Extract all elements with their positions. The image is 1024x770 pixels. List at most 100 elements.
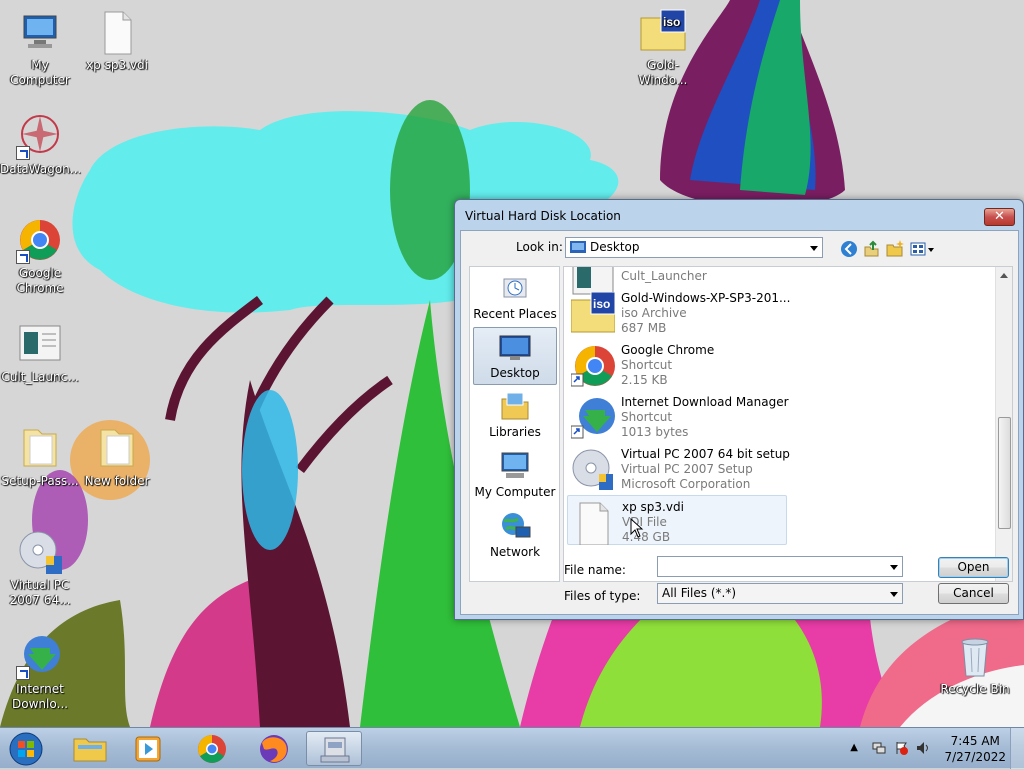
file-type: iso Archive	[621, 306, 687, 320]
taskbar-media-player[interactable]	[120, 731, 176, 766]
desktop-icon-setup-pass[interactable]: Setup-Pass...	[0, 424, 80, 489]
place-label: Recent Places	[473, 307, 557, 321]
taskbar-chrome[interactable]	[184, 731, 240, 766]
datawagon-icon	[16, 112, 64, 160]
new-folder-icon	[886, 240, 904, 257]
volume-icon[interactable]	[916, 741, 930, 755]
file-type: VDI File	[622, 515, 667, 529]
file-item-google-chrome[interactable]: Google Chrome Shortcut 2.15 KB	[567, 339, 787, 389]
iso-archive-icon: iso	[570, 291, 616, 336]
desktop-icon-cult-launcher[interactable]: Cult_Launc...	[0, 320, 80, 385]
mouse-cursor-icon	[630, 518, 644, 538]
file-company: Microsoft Corporation	[621, 477, 751, 491]
look-in-label: Look in:	[516, 240, 563, 254]
place-libraries[interactable]: Libraries	[473, 387, 557, 445]
desktop-icon-label: Google Chrome	[16, 266, 64, 295]
recycle-bin-icon	[951, 632, 999, 680]
vertical-scrollbar[interactable]	[995, 267, 1012, 581]
show-desktop-button[interactable]	[1010, 728, 1024, 769]
look-in-dropdown[interactable]: Desktop	[565, 237, 823, 258]
start-button[interactable]	[4, 731, 48, 766]
clock-time: 7:45 AM	[950, 734, 1000, 748]
places-bar: Recent Places Desktop Libraries My Compu…	[469, 266, 560, 582]
file-icon	[572, 501, 616, 546]
file-item-internet-download-manager[interactable]: Internet Download Manager Shortcut 1013 …	[567, 391, 789, 441]
file-type: Shortcut	[621, 410, 673, 424]
desktop-icon-gold-windows[interactable]: iso Gold-Windo...	[623, 8, 703, 88]
chevron-down-icon[interactable]	[810, 246, 818, 251]
computer-icon	[498, 451, 532, 481]
cancel-button[interactable]: Cancel	[938, 583, 1009, 604]
scroll-thumb[interactable]	[998, 417, 1011, 529]
launcher-icon	[16, 320, 64, 368]
idm-icon	[570, 396, 615, 440]
close-button[interactable]: ✕	[984, 208, 1015, 226]
desktop-icon-label: Setup-Pass...	[1, 474, 79, 488]
up-one-level-button[interactable]	[861, 239, 881, 259]
look-in-value: Desktop	[590, 240, 640, 254]
firefox-icon	[260, 735, 288, 763]
chevron-down-icon[interactable]	[890, 565, 898, 570]
desktop-icon-label: Internet Downlo...	[12, 682, 68, 711]
place-label: Network	[489, 545, 541, 559]
file-item-virtual-pc-setup[interactable]: Virtual PC 2007 64 bit setup Virtual PC …	[567, 443, 790, 493]
file-list[interactable]: Cult_Launcher iso Gold-Windows-XP-SP3-20…	[563, 266, 1013, 582]
desktop-icon-datawagon[interactable]: DataWagon...	[0, 112, 82, 177]
file-item-xp-sp3-vdi[interactable]: xp sp3.vdi VDI File 4.48 GB	[567, 495, 787, 546]
view-menu-button[interactable]	[909, 239, 937, 259]
taskbar-firefox[interactable]	[246, 731, 302, 766]
folder-icon	[16, 424, 64, 472]
place-recent-places[interactable]: Recent Places	[473, 269, 557, 327]
setup-disc-icon	[571, 448, 615, 492]
desktop: My Computer xp sp3.vdi iso Gold-Windo...…	[0, 0, 1024, 727]
taskbar: ▲ 7:45 AM 7/27/2022	[0, 727, 1024, 769]
file-name: Virtual PC 2007 64 bit setup	[621, 447, 790, 461]
open-button[interactable]: Open	[938, 557, 1009, 578]
place-my-computer[interactable]: My Computer	[473, 447, 557, 505]
desktop-icon-recycle-bin[interactable]: Recycle Bin	[935, 632, 1015, 697]
network-tray-icon[interactable]	[872, 741, 886, 755]
scroll-up-icon[interactable]	[1000, 273, 1008, 278]
taskbar-explorer[interactable]	[62, 731, 118, 766]
dialog-client-area: Look in: Desktop Recent Places Desktop L…	[460, 230, 1019, 615]
show-hidden-icons-chevron-icon[interactable]: ▲	[850, 742, 858, 753]
desktop-icon-label: Virtual PC 2007 64...	[9, 578, 71, 607]
file-type: Shortcut	[621, 358, 673, 372]
file-name: Gold-Windows-XP-SP3-201...	[621, 291, 791, 305]
desktop-icon-xp-sp3-vdi[interactable]: xp sp3.vdi	[77, 8, 157, 73]
file-name-input[interactable]	[657, 556, 903, 577]
taskbar-virtualbox[interactable]	[306, 731, 362, 766]
chevron-down-icon[interactable]	[890, 592, 898, 597]
recent-places-icon	[498, 273, 532, 303]
back-arrow-icon	[841, 241, 857, 257]
place-network[interactable]: Network	[473, 507, 557, 565]
file-icon	[93, 8, 141, 56]
desktop-icon-label: DataWagon...	[0, 162, 82, 176]
action-center-flag-icon[interactable]	[894, 741, 908, 755]
place-label: My Computer	[474, 485, 556, 499]
desktop-icon-new-folder[interactable]: New folder	[77, 424, 157, 489]
back-button[interactable]	[839, 239, 859, 259]
svg-text:iso: iso	[593, 297, 610, 311]
desktop-icon-google-chrome[interactable]: Google Chrome	[0, 216, 80, 296]
desktop-icon-my-computer[interactable]: My Computer	[0, 8, 80, 88]
place-label: Desktop	[490, 366, 540, 380]
virtual-hard-disk-location-dialog: Virtual Hard Disk Location ✕ Look in: De…	[454, 199, 1024, 620]
system-clock[interactable]: 7:45 AM 7/27/2022	[944, 733, 1006, 765]
dialog-title: Virtual Hard Disk Location	[465, 209, 621, 223]
chrome-icon	[198, 735, 226, 763]
files-of-type-dropdown[interactable]: All Files (*.*)	[657, 583, 903, 604]
file-item-gold-windows[interactable]: iso Gold-Windows-XP-SP3-201... iso Archi…	[567, 287, 791, 337]
chrome-icon	[16, 216, 64, 264]
shortcut-arrow-icon	[16, 250, 30, 264]
desktop-icon-label: xp sp3.vdi	[86, 58, 148, 72]
explorer-folder-icon	[73, 738, 107, 762]
place-desktop[interactable]: Desktop	[473, 327, 557, 385]
desktop-icon-internet-download-manager[interactable]: Internet Downlo...	[0, 632, 80, 712]
new-folder-button[interactable]	[885, 239, 905, 259]
desktop-icon-label: Cult_Launc...	[1, 370, 79, 384]
file-name: xp sp3.vdi	[622, 500, 684, 514]
desktop-folder-icon	[570, 241, 586, 253]
desktop-icon-virtual-pc[interactable]: Virtual PC 2007 64...	[0, 528, 80, 608]
file-name: Google Chrome	[621, 343, 715, 357]
